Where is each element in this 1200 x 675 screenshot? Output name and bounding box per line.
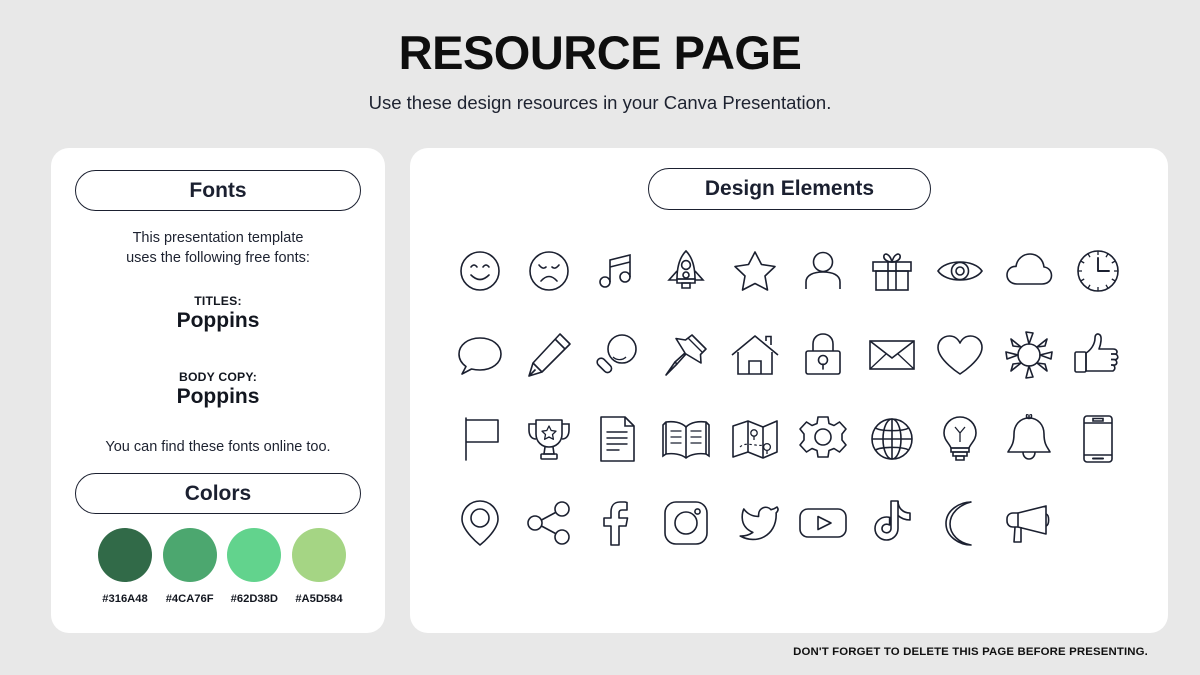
color-swatch-item: #4CA76F xyxy=(162,528,218,605)
body-font-name: Poppins xyxy=(176,385,260,408)
document-icon[interactable] xyxy=(586,408,648,470)
facebook-icon[interactable] xyxy=(586,492,648,554)
star-icon[interactable] xyxy=(724,240,786,302)
lightbulb-icon[interactable] xyxy=(929,408,991,470)
envelope-icon[interactable] xyxy=(861,324,923,386)
color-swatch-dot xyxy=(162,528,217,582)
globe-icon[interactable] xyxy=(861,408,923,470)
page-subtitle: Use these design resources in your Canva… xyxy=(368,92,832,113)
open-book-icon[interactable] xyxy=(655,408,717,470)
sun-icon[interactable] xyxy=(998,324,1060,386)
thumbs-up-icon[interactable] xyxy=(1067,324,1129,386)
gift-icon[interactable] xyxy=(861,240,923,302)
house-icon[interactable] xyxy=(724,324,786,386)
titles-font-block: TITLES: Poppins xyxy=(73,294,363,333)
page-title: RESOURCE PAGE xyxy=(398,26,802,79)
person-icon[interactable] xyxy=(792,240,854,302)
colors-heading-label: Colors xyxy=(184,481,252,505)
twitter-icon[interactable] xyxy=(724,492,786,554)
color-swatch-item: #A5D584 xyxy=(291,528,347,605)
magnifier-icon[interactable] xyxy=(586,324,648,386)
colors-heading-pill: Colors xyxy=(75,473,361,514)
titles-font-label: TITLES: xyxy=(194,294,242,308)
design-elements-card: Design Elements xyxy=(410,148,1168,633)
color-swatch-hex: #316A48 xyxy=(102,593,148,605)
color-swatch-row: #316A48 #4CA76F #62D38D #A5D584 xyxy=(97,528,347,605)
bell-icon[interactable] xyxy=(998,408,1060,470)
fonts-online-note: You can find these fonts online too. xyxy=(105,439,331,455)
share-icon[interactable] xyxy=(518,492,580,554)
moon-icon[interactable] xyxy=(929,492,991,554)
heart-icon[interactable] xyxy=(929,324,991,386)
flag-icon[interactable] xyxy=(449,408,511,470)
sad-face-icon[interactable] xyxy=(518,240,580,302)
design-elements-heading-label: Design Elements xyxy=(704,177,875,200)
rocket-icon[interactable] xyxy=(655,240,717,302)
color-swatch-dot xyxy=(291,528,346,582)
phone-icon[interactable] xyxy=(1067,408,1129,470)
color-swatch-hex: #4CA76F xyxy=(165,593,214,605)
gear-icon[interactable] xyxy=(792,408,854,470)
fonts-heading-pill: Fonts xyxy=(75,170,361,211)
body-font-label: BODY COPY: xyxy=(178,370,258,384)
tiktok-icon[interactable] xyxy=(861,492,923,554)
fonts-and-colors-card: Fonts This presentation template uses th… xyxy=(51,148,385,633)
titles-font-name: Poppins xyxy=(176,309,260,332)
design-elements-grid xyxy=(446,240,1132,554)
trophy-icon[interactable] xyxy=(518,408,580,470)
color-swatch-dot xyxy=(227,528,282,582)
lock-icon[interactable] xyxy=(792,324,854,386)
eye-icon[interactable] xyxy=(929,240,991,302)
slide-canvas: RESOURCE PAGE Use these design resources… xyxy=(0,0,1200,675)
fonts-description-line-2: uses the following free fonts: xyxy=(126,250,310,266)
color-swatch-item: #316A48 xyxy=(97,528,153,605)
map-icon[interactable] xyxy=(724,408,786,470)
smiley-face-icon[interactable] xyxy=(449,240,511,302)
fonts-description-line-1: This presentation template xyxy=(132,230,304,246)
color-swatch-hex: #62D38D xyxy=(230,593,278,605)
design-elements-heading-pill: Design Elements xyxy=(648,168,931,210)
speech-bubble-icon[interactable] xyxy=(449,324,511,386)
delete-page-reminder: DON'T FORGET TO DELETE THIS PAGE BEFORE … xyxy=(793,646,1148,658)
fonts-description: This presentation template uses the foll… xyxy=(73,228,363,268)
megaphone-icon[interactable] xyxy=(998,492,1060,554)
fonts-heading-label: Fonts xyxy=(189,178,247,202)
cloud-icon[interactable] xyxy=(998,240,1060,302)
music-note-icon[interactable] xyxy=(586,240,648,302)
color-swatch-hex: #A5D584 xyxy=(295,593,343,605)
color-swatch-dot xyxy=(98,528,152,582)
color-swatch-item: #62D38D xyxy=(226,528,282,605)
body-font-block: BODY COPY: Poppins xyxy=(73,370,363,409)
youtube-icon[interactable] xyxy=(792,492,854,554)
push-pin-icon[interactable] xyxy=(655,324,717,386)
location-pin-icon[interactable] xyxy=(449,492,511,554)
pencil-icon[interactable] xyxy=(518,324,580,386)
clock-icon[interactable] xyxy=(1067,240,1129,302)
instagram-icon[interactable] xyxy=(655,492,717,554)
